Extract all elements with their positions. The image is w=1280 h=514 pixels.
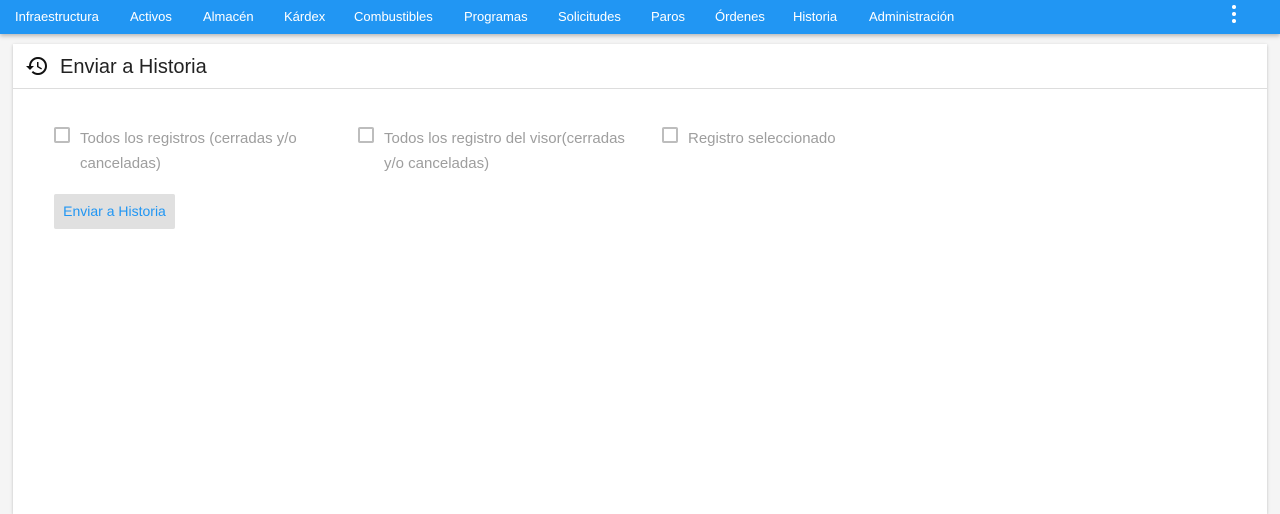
nav-item-programas[interactable]: Programas <box>464 0 528 34</box>
send-to-history-button[interactable]: Enviar a Historia <box>54 194 175 229</box>
option-viewer-records-label-line1: Todos los registro del visor(cerradas <box>384 130 625 147</box>
more-vert-icon[interactable] <box>1224 3 1244 25</box>
nav-item-historia[interactable]: Historia <box>793 0 837 34</box>
nav-item-almacen[interactable]: Almacén <box>203 0 254 34</box>
panel-header: Enviar a Historia <box>13 44 1267 89</box>
send-to-history-panel: Enviar a Historia Todos los registros (c… <box>13 44 1267 514</box>
panel-title: Enviar a Historia <box>60 56 207 78</box>
option-all-records-label-line2: canceladas) <box>80 155 161 172</box>
nav-item-ordenes[interactable]: Órdenes <box>715 0 765 34</box>
checkbox-selected-record[interactable] <box>662 127 678 143</box>
option-viewer-records-label: Todos los registro del visor(cerradas y/… <box>384 126 625 176</box>
nav-item-combustibles[interactable]: Combustibles <box>354 0 433 34</box>
top-navigation-bar: Infraestructura Activos Almacén Kárdex C… <box>0 0 1280 34</box>
nav-item-activos[interactable]: Activos <box>130 0 172 34</box>
history-icon <box>26 57 47 76</box>
nav-item-solicitudes[interactable]: Solicitudes <box>558 0 621 34</box>
option-selected-record-label-line1: Registro seleccionado <box>688 130 836 147</box>
option-viewer-records-label-line2: y/o canceladas) <box>384 155 490 172</box>
option-all-records-label-line1: Todos los registros (cerradas y/o <box>80 130 297 147</box>
nav-item-administracion[interactable]: Administración <box>869 0 954 34</box>
option-selected-record-label: Registro seleccionado <box>688 126 836 151</box>
checkbox-all-records[interactable] <box>54 127 70 143</box>
nav-item-infraestructura[interactable]: Infraestructura <box>15 0 99 34</box>
option-all-records-label: Todos los registros (cerradas y/o cancel… <box>80 126 297 176</box>
nav-item-paros[interactable]: Paros <box>651 0 685 34</box>
checkbox-viewer-records[interactable] <box>358 127 374 143</box>
nav-item-kardex[interactable]: Kárdex <box>284 0 325 34</box>
